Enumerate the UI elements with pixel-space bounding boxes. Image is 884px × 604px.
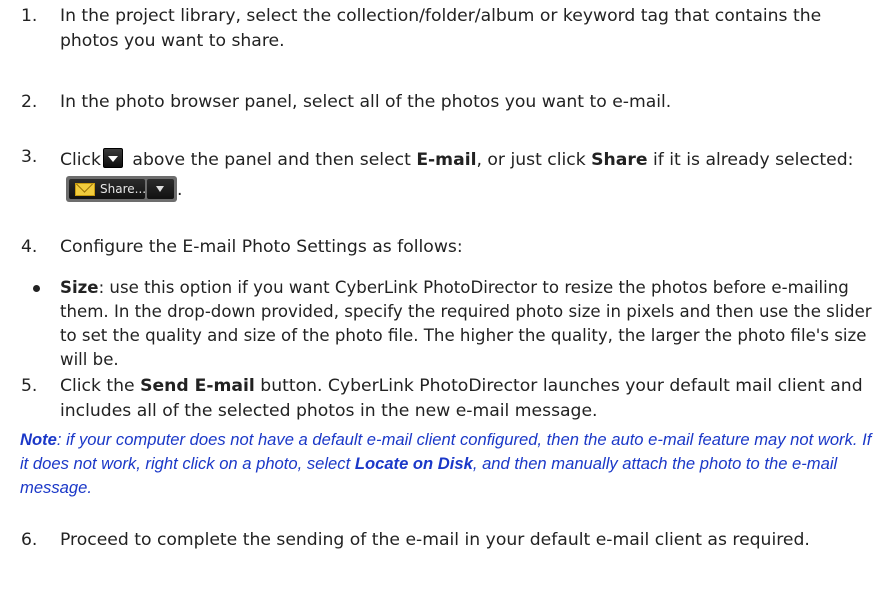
email-option-label: E-mail bbox=[416, 150, 477, 170]
step-text-part: Click the bbox=[60, 376, 141, 396]
send-email-button-label: Send E-mail bbox=[140, 376, 255, 396]
note-label: Note bbox=[20, 430, 57, 449]
step-number: 1. bbox=[21, 6, 38, 26]
note-paragraph: Note: if your computer does not have a d… bbox=[20, 428, 875, 500]
step-text-part: above the panel and then select bbox=[126, 150, 417, 170]
step-number: 6. bbox=[21, 530, 38, 550]
dropdown-arrow-icon[interactable] bbox=[102, 148, 123, 168]
step-number: 3. bbox=[21, 147, 38, 167]
bullet-text: Size: use this option if you want CyberL… bbox=[60, 276, 875, 372]
chevron-down-icon bbox=[156, 186, 164, 192]
share-button[interactable]: Share... bbox=[69, 179, 147, 199]
step-number: 5. bbox=[21, 376, 38, 396]
triangle-down-icon bbox=[107, 156, 118, 162]
step-number: 2. bbox=[21, 92, 38, 112]
size-label: Size bbox=[60, 278, 99, 297]
step-text: Proceed to complete the sending of the e… bbox=[60, 530, 810, 550]
share-option-label: Share bbox=[591, 150, 648, 170]
share-button-label: Share... bbox=[100, 182, 147, 196]
envelope-icon bbox=[75, 183, 95, 196]
step-number: 4. bbox=[21, 237, 38, 257]
bullet-description: : use this option if you want CyberLink … bbox=[60, 278, 872, 369]
step-text: In the photo browser panel, select all o… bbox=[60, 92, 672, 112]
step-text-part: . bbox=[177, 180, 183, 200]
share-split-button[interactable]: Share... bbox=[66, 176, 177, 202]
locate-on-disk-label: Locate on Disk bbox=[354, 454, 473, 473]
step-text: Configure the E-mail Photo Settings as f… bbox=[60, 237, 463, 257]
step-text: Click the Send E-mail button. CyberLink … bbox=[60, 374, 875, 424]
bullet-dot bbox=[33, 285, 40, 292]
step-text: Click above the panel and then select E-… bbox=[60, 145, 875, 205]
step-text-part: , or just click bbox=[476, 150, 592, 170]
step-text-part: if it is already selected: bbox=[647, 150, 854, 170]
step-text-part: Click bbox=[60, 150, 101, 170]
step-text: In the project library, select the colle… bbox=[60, 6, 822, 51]
share-dropdown-button[interactable] bbox=[147, 179, 174, 199]
